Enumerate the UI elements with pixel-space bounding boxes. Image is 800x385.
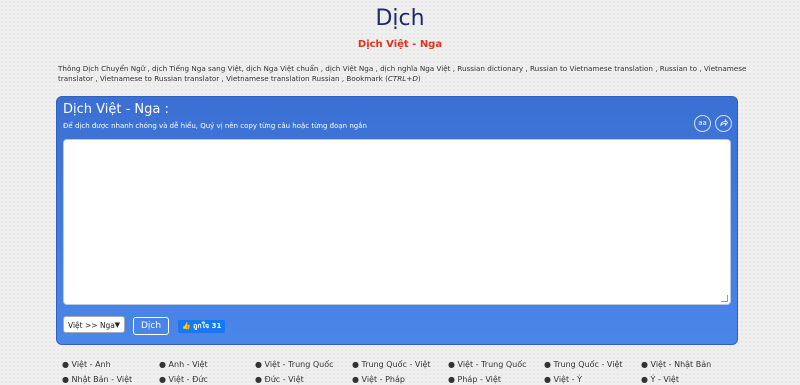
page-subtitle: Dịch Việt - Nga (357, 39, 443, 50)
language-link[interactable]: ● Pháp - Việt (448, 375, 501, 384)
language-link[interactable]: ● Trung Quốc - Việt (544, 360, 623, 369)
language-link[interactable]: ● Việt - Anh (62, 360, 111, 369)
bookmark-shortcut: CTRL+D (387, 74, 418, 83)
text-size-icon: aa (698, 119, 707, 127)
language-link[interactable]: ● Việt - Nhật Bản (641, 360, 711, 369)
like-label: ถูกใจ 31 (193, 322, 222, 330)
thumbs-up-icon: 👍 (182, 322, 191, 330)
translate-button[interactable]: Dịch (133, 317, 169, 335)
share-icon (720, 118, 729, 127)
language-link[interactable]: ● Ý - Việt (641, 375, 679, 384)
translator-panel: Dịch Việt - Nga : Để dịch được nhanh chó… (56, 96, 738, 345)
language-link[interactable]: ● Anh - Việt (159, 360, 208, 369)
share-button[interactable] (715, 115, 732, 132)
language-link[interactable]: ● Nhật Bản - Việt (62, 375, 132, 384)
direction-select[interactable]: Việt >> Nga ▼ (63, 316, 125, 333)
page-title: Dịch (375, 6, 425, 31)
like-button[interactable]: 👍 ถูกใจ 31 (178, 320, 226, 333)
text-size-button[interactable]: aa (694, 115, 711, 132)
translator-title: Dịch Việt - Nga : (63, 102, 169, 117)
language-link[interactable]: ● Trung Quốc - Việt (352, 360, 431, 369)
keywords-close: ) (417, 74, 421, 83)
resize-handle[interactable] (721, 295, 728, 302)
language-link[interactable]: ● Việt - Đức (159, 375, 208, 384)
language-link[interactable]: ● Việt - Ý (544, 375, 582, 384)
translator-description: Để dịch được nhanh chóng và dễ hiểu, Quý… (63, 122, 367, 130)
direction-select-value: Việt >> Nga (68, 321, 115, 330)
language-link[interactable]: ● Việt - Trung Quốc (255, 360, 334, 369)
language-link[interactable]: ● Việt - Pháp (352, 375, 405, 384)
chevron-down-icon: ▼ (114, 321, 120, 329)
language-link[interactable]: ● Đức - Việt (255, 375, 304, 384)
keywords-text: Thông Dịch Chuyển Ngữ , dịch Tiếng Nga s… (58, 64, 748, 84)
source-text-input[interactable] (63, 139, 731, 305)
language-link[interactable]: ● Việt - Trung Quốc (448, 360, 527, 369)
